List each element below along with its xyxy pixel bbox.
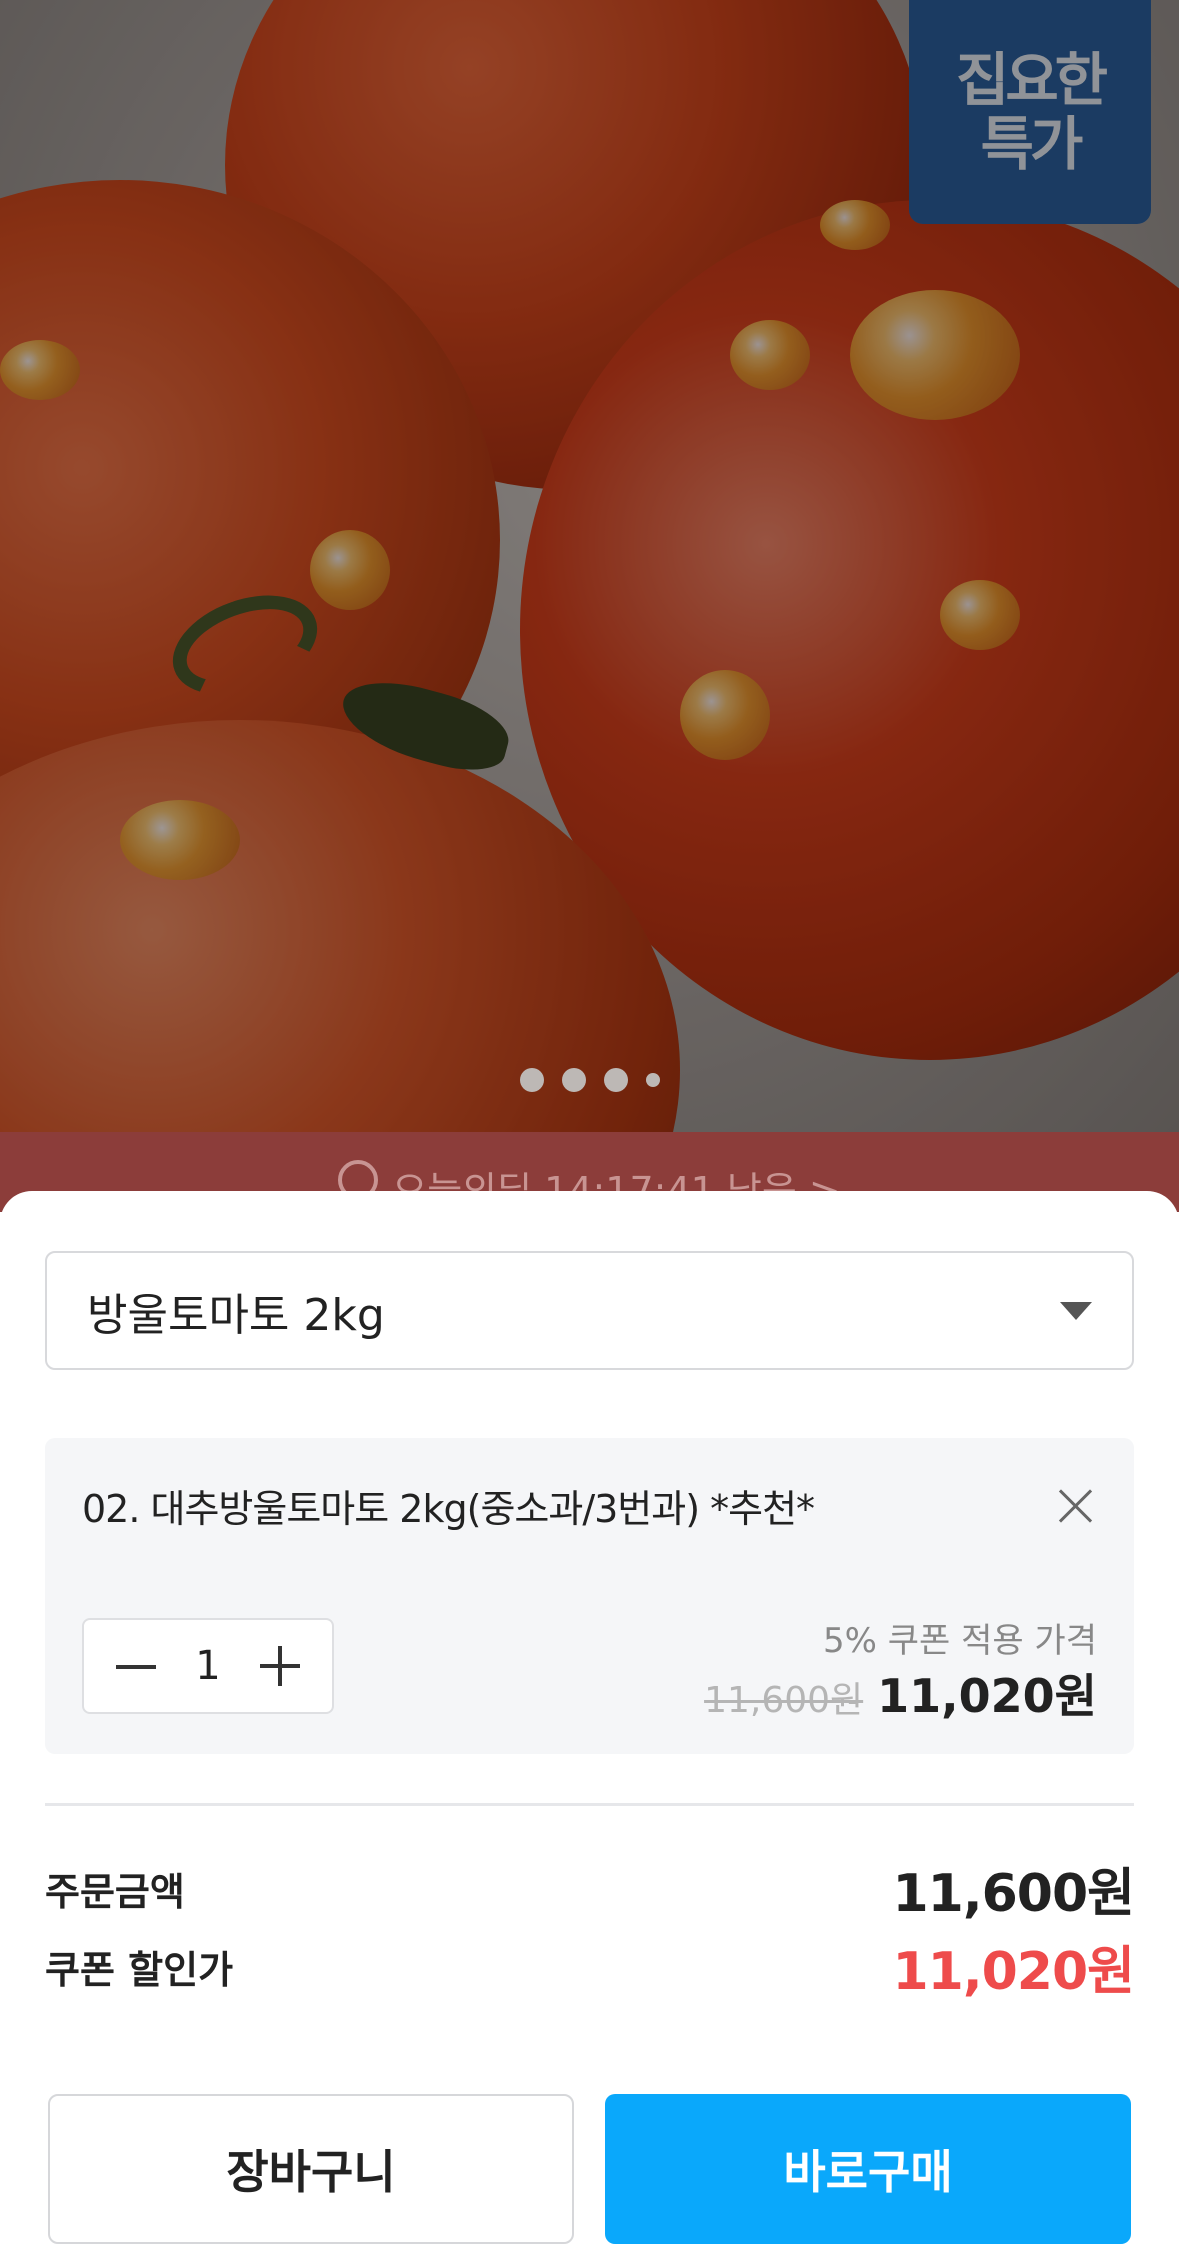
minus-icon[interactable] <box>114 1644 158 1688</box>
order-amount-value: 11,600원 <box>892 1864 1135 1924</box>
selected-option-name: 02. 대추방울토마토 2kg(중소과/3번과) *추천* <box>82 1487 815 1531</box>
order-amount-row: 주문금액 11,600원 <box>45 1851 1135 1926</box>
product-image-carousel[interactable]: 집요한 특가 <box>0 0 1179 1132</box>
discounted-price: 11,020원 <box>877 1669 1097 1723</box>
plus-icon[interactable] <box>258 1644 302 1688</box>
carousel-indicator <box>0 1068 1179 1092</box>
buy-now-button[interactable]: 바로구매 <box>605 2094 1131 2244</box>
order-amount-label: 주문금액 <box>45 1870 185 1914</box>
close-icon[interactable] <box>1058 1488 1094 1524</box>
carousel-dot <box>645 1073 660 1087</box>
coupon-applied-label: 5% 쿠폰 적용 가격 <box>822 1621 1097 1661</box>
coupon-price-label: 쿠폰 할인가 <box>45 1948 234 1992</box>
quantity-stepper: 1 <box>82 1618 334 1714</box>
option-select-value: 방울토마토 2kg <box>87 1289 385 1341</box>
carousel-dot <box>561 1068 586 1092</box>
coupon-price-value: 11,020원 <box>892 1942 1135 2002</box>
caret-down-icon <box>1060 1301 1092 1320</box>
special-deal-badge: 집요한 특가 <box>909 0 1151 224</box>
divider <box>45 1803 1134 1806</box>
option-price: 11,600원 11,020원 <box>704 1660 1097 1726</box>
original-price: 11,600원 <box>704 1680 864 1721</box>
quantity-value: 1 <box>195 1643 221 1689</box>
option-select-dropdown[interactable]: 방울토마토 2kg <box>45 1251 1134 1370</box>
option-bottom-sheet: 방울토마토 2kg 02. 대추방울토마토 2kg(중소과/3번과) *추천* … <box>0 1191 1179 2261</box>
selected-option-card: 02. 대추방울토마토 2kg(중소과/3번과) *추천* 1 5% 쿠폰 적용… <box>45 1438 1134 1754</box>
carousel-dot <box>519 1068 544 1092</box>
add-to-cart-button[interactable]: 장바구니 <box>48 2094 574 2244</box>
coupon-price-row: 쿠폰 할인가 11,020원 <box>45 1929 1135 2004</box>
carousel-dot <box>603 1068 628 1092</box>
